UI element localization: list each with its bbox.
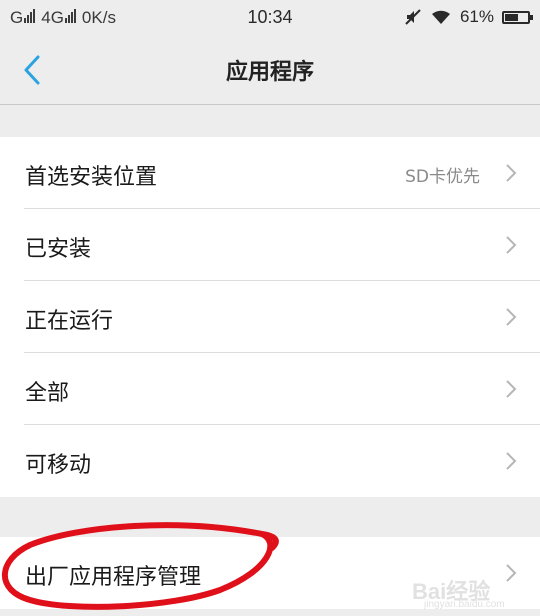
status-right: 61%	[404, 7, 533, 27]
row-label: 出厂应用程序管理	[25, 565, 202, 590]
installed-row[interactable]: 已安装	[0, 209, 540, 281]
mute-icon	[405, 9, 421, 25]
chevron-right-icon	[506, 380, 517, 398]
chevron-right-icon	[506, 164, 517, 182]
row-label: 首选安装位置	[25, 165, 158, 190]
factory-apps-row[interactable]: 出厂应用程序管理	[0, 537, 540, 609]
battery-percent: 61%	[459, 7, 494, 26]
factory-group: 出厂应用程序管理	[0, 537, 540, 609]
running-row[interactable]: 正在运行	[0, 281, 540, 353]
movable-row[interactable]: 可移动	[0, 425, 540, 497]
page-title: 应用程序	[225, 60, 314, 85]
chevron-right-icon	[506, 564, 517, 582]
row-label: 正在运行	[25, 309, 114, 334]
chevron-right-icon	[506, 452, 517, 470]
settings-group: 首选安装位置 SD卡优先 已安装 正在运行 全部 可移动	[0, 137, 540, 497]
wifi-icon	[431, 10, 450, 24]
all-row[interactable]: 全部	[0, 353, 540, 425]
status-bar: G 4G 0K/s 10:34 61%	[0, 0, 540, 36]
row-label: 可移动	[25, 453, 92, 478]
row-label: 全部	[25, 381, 70, 406]
chevron-right-icon	[506, 308, 517, 326]
battery-icon	[502, 10, 533, 24]
nav-bar: 应用程序	[0, 36, 540, 105]
install-location-row[interactable]: 首选安装位置 SD卡优先	[0, 137, 540, 209]
chevron-right-icon	[506, 236, 517, 254]
row-value: SD卡优先	[405, 167, 480, 187]
row-label: 已安装	[25, 237, 92, 262]
